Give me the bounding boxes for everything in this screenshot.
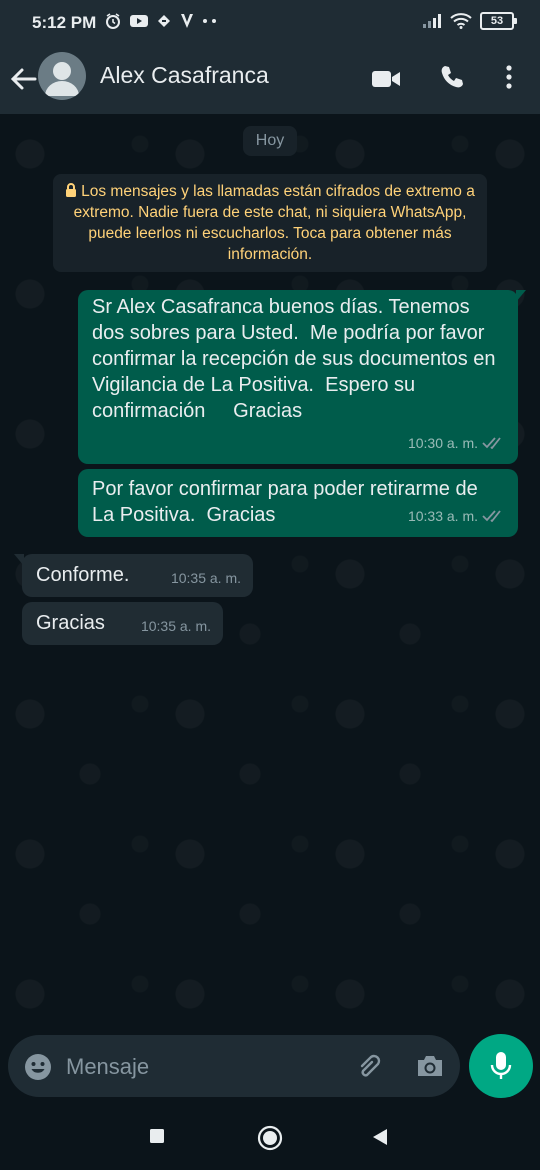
battery-icon: 53	[480, 12, 517, 30]
voice-call-icon[interactable]	[439, 64, 465, 90]
message-time: 10:30 a. m.	[407, 435, 478, 451]
avatar[interactable]	[38, 52, 86, 100]
youtube-icon	[130, 15, 148, 27]
message-composer[interactable]: Mensaje	[8, 1035, 460, 1097]
message-time: 10:35 a. m.	[140, 618, 211, 634]
encryption-notice-text: Los mensajes y las llamadas están cifrad…	[73, 183, 475, 263]
video-call-icon[interactable]	[371, 68, 401, 90]
date-chip: Hoy	[243, 126, 297, 156]
chat-area[interactable]: Hoy Los mensajes y las llamadas están ci…	[0, 114, 540, 1104]
message-input[interactable]: Mensaje	[66, 1054, 149, 1080]
status-time: 5:12 PM	[32, 13, 97, 32]
more-dots-icon	[203, 19, 216, 23]
message-time: 10:33 a. m.	[407, 508, 478, 524]
message-bubble-incoming[interactable]: Conforme. 10:35 a. m.	[14, 554, 253, 597]
read-ticks-icon	[482, 437, 501, 449]
camera-icon[interactable]	[415, 1052, 445, 1080]
vpn-icon	[181, 14, 193, 28]
chat-header: Alex Casafranca	[0, 46, 540, 114]
message-bubble-incoming[interactable]: Gracias 10:35 a. m.	[22, 602, 223, 645]
read-ticks-icon	[482, 510, 501, 522]
attach-icon[interactable]	[354, 1052, 384, 1082]
system-nav-bar	[0, 1104, 540, 1170]
message-bubble-outgoing[interactable]: Por favor confirmar para poder retirarme…	[78, 469, 518, 537]
back-arrow-icon[interactable]	[9, 66, 37, 92]
encryption-notice[interactable]: Los mensajes y las llamadas están cifrad…	[53, 174, 487, 272]
contact-name[interactable]: Alex Casafranca	[100, 62, 269, 89]
lock-icon	[66, 183, 77, 197]
wifi-icon	[450, 13, 472, 29]
overflow-menu-icon[interactable]	[505, 64, 513, 90]
message-bubble-outgoing[interactable]: Sr Alex Casafranca buenos días. Tenemos …	[78, 290, 526, 464]
home-icon[interactable]	[257, 1125, 283, 1151]
mic-button[interactable]	[469, 1034, 533, 1098]
recents-icon[interactable]	[149, 1128, 165, 1144]
message-time: 10:35 a. m.	[170, 570, 241, 586]
status-bar: 5:12 PM 53	[0, 0, 540, 46]
app-icon	[158, 15, 170, 27]
mic-icon	[490, 1052, 512, 1079]
alarm-icon	[106, 13, 120, 29]
signal-icon	[423, 14, 441, 28]
emoji-icon[interactable]	[24, 1053, 52, 1081]
message-text: Sr Alex Casafranca buenos días. Tenemos …	[92, 296, 502, 422]
back-nav-icon[interactable]	[372, 1128, 388, 1146]
